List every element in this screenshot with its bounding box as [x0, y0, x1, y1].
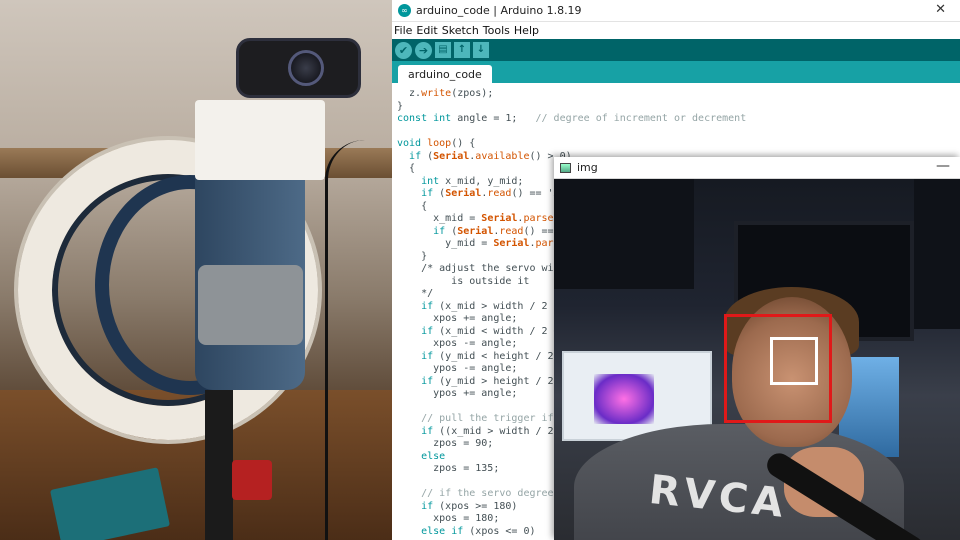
menu-help[interactable]: Help: [514, 24, 539, 37]
ide-menu-bar: File Edit Sketch Tools Help: [392, 22, 960, 39]
code-line: }: [397, 100, 404, 112]
webcam-video-frame: RVCA: [554, 179, 960, 540]
img-title-bar: img —: [554, 157, 960, 179]
ide-window-title: arduino_code | Arduino 1.8.19: [416, 4, 582, 17]
menu-tools[interactable]: Tools: [483, 24, 510, 37]
img-window-title: img: [577, 161, 598, 174]
window-icon: [560, 162, 571, 173]
acoustic-panel: [914, 179, 960, 329]
target-center-box: [770, 337, 818, 385]
duct-tape: [198, 265, 303, 345]
rgb-glow: [594, 374, 654, 424]
minimize-icon[interactable]: —: [936, 158, 950, 174]
img-window: img — RVCA: [554, 157, 960, 540]
close-icon[interactable]: ✕: [935, 2, 946, 17]
servo-motor: [232, 460, 272, 500]
servo-bracket: [205, 390, 233, 540]
code-line: const int angle = 1; // degree of increm…: [397, 113, 747, 124]
acoustic-panel: [554, 179, 694, 289]
code-line: z.write(zpos);: [397, 88, 494, 99]
menu-sketch[interactable]: Sketch: [442, 24, 479, 37]
webcam-mount: [195, 100, 325, 180]
upload-icon[interactable]: ➔: [415, 41, 432, 59]
open-sketch-icon[interactable]: ↑: [454, 42, 470, 58]
new-sketch-icon[interactable]: ▤: [435, 42, 451, 58]
arduino-app-icon: ∞: [398, 4, 411, 17]
hardware-rig-photo: [0, 0, 392, 540]
usb-cable: [325, 140, 385, 540]
verify-icon[interactable]: ✔: [395, 41, 412, 59]
tab-underline: [392, 83, 960, 85]
menu-edit[interactable]: Edit: [416, 24, 437, 37]
tab-arduino-code[interactable]: arduino_code: [398, 65, 492, 85]
ide-toolbar: ✔ ➔ ▤ ↑ ↓: [392, 39, 960, 61]
ide-title-bar: ∞ arduino_code | Arduino 1.8.19 ✕: [392, 0, 960, 22]
menu-file[interactable]: File: [394, 24, 412, 37]
code-line: void loop() {: [397, 138, 476, 149]
ide-tab-bar: arduino_code: [392, 61, 960, 85]
save-sketch-icon[interactable]: ↓: [473, 42, 489, 58]
webcam-lens: [288, 50, 324, 86]
